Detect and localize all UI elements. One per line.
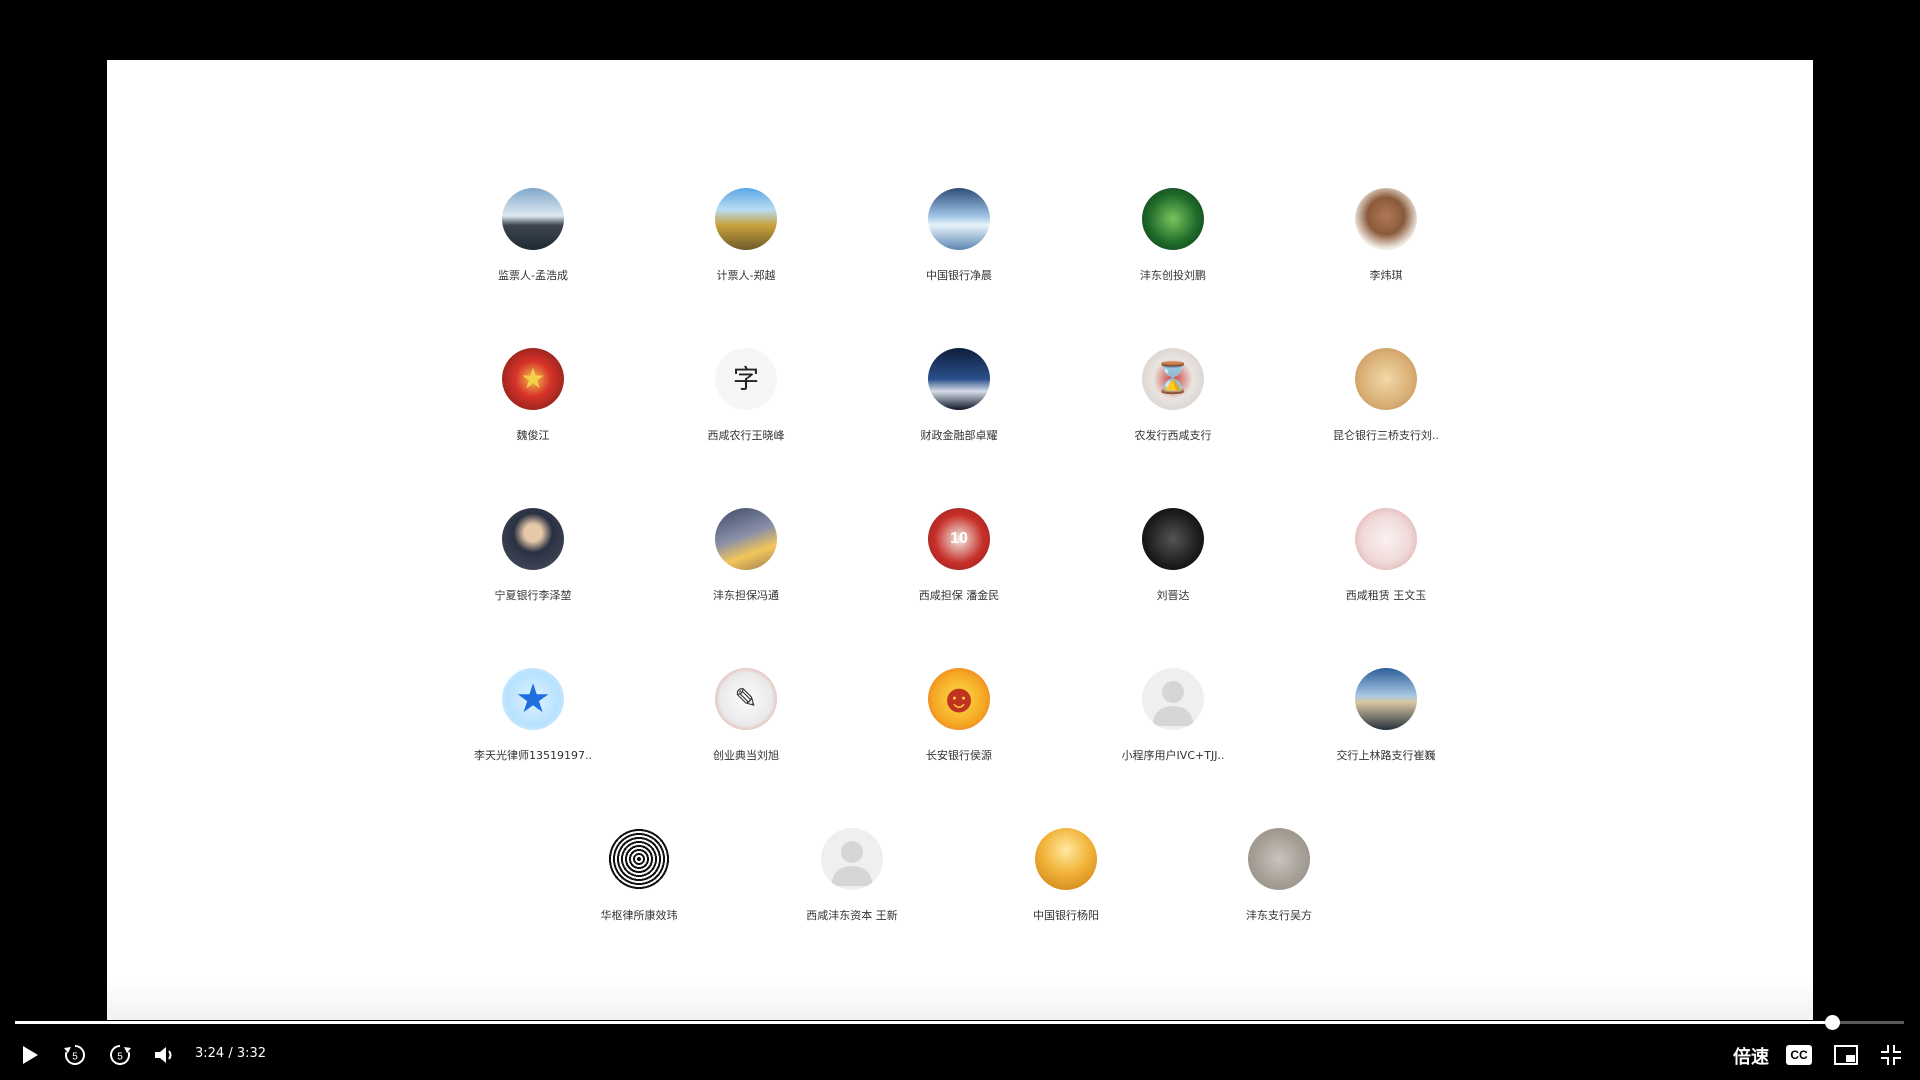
forward-5-button[interactable]: 5	[103, 1040, 137, 1070]
default-user-avatar[interactable]	[821, 828, 883, 890]
cartoon-face-avatar[interactable]: ☻	[928, 668, 990, 730]
calligraphy-avatar[interactable]: 字	[715, 348, 777, 410]
volume-button[interactable]	[150, 1040, 182, 1070]
member-item[interactable]: ✎ 创业典当刘旭	[666, 668, 826, 763]
member-item[interactable]: 昆仑银行三桥支行刘..	[1306, 348, 1466, 443]
member-name: 中国银行净晨	[926, 269, 992, 282]
rewind-5-button[interactable]: 5	[58, 1040, 92, 1070]
star-avatar[interactable]: ★	[502, 668, 564, 730]
exit-fullscreen-button[interactable]	[1876, 1040, 1906, 1070]
member-item[interactable]: ☻ 长安银行侯源	[879, 668, 1039, 763]
member-item[interactable]: 沣东创投刘鹏	[1093, 188, 1253, 283]
fingerprint-avatar[interactable]	[608, 828, 670, 890]
member-item[interactable]: ★ 魏俊江	[453, 348, 613, 443]
picture-in-picture-button[interactable]	[1830, 1040, 1862, 1070]
exit-fullscreen-icon	[1881, 1045, 1901, 1065]
member-item[interactable]: 监票人-孟浩成	[453, 188, 613, 283]
member-name: 李炜琪	[1369, 269, 1403, 282]
member-name: 长安银行侯源	[926, 749, 992, 762]
member-name: 昆仑银行三桥支行刘..	[1333, 429, 1439, 442]
captions-button[interactable]: CC	[1785, 1040, 1813, 1070]
tiger-avatar[interactable]	[1355, 348, 1417, 410]
member-item[interactable]: ⌛ 农发行西咸支行	[1093, 348, 1253, 443]
sky-avatar[interactable]	[715, 508, 777, 570]
progress-handle[interactable]	[1825, 1015, 1841, 1030]
member-item[interactable]: 交行上林路支行崔巍	[1306, 668, 1466, 763]
default-user-avatar[interactable]	[1142, 668, 1204, 730]
member-name: 农发行西咸支行	[1134, 429, 1212, 442]
figurine-avatar[interactable]	[1355, 188, 1417, 250]
member-name: 李天光律师13519197..	[474, 749, 592, 762]
member-item[interactable]: ★ 李天光律师13519197..	[453, 668, 613, 763]
member-item[interactable]: 财政金融部卓耀	[879, 348, 1039, 443]
member-name: 财政金融部卓耀	[920, 429, 998, 442]
member-name: 宁夏银行李泽堃	[494, 589, 572, 602]
jersey-avatar[interactable]: 10	[928, 508, 990, 570]
slide-bottom-shadow	[107, 980, 1813, 1020]
pip-icon	[1834, 1045, 1858, 1065]
member-name: 刘晋达	[1156, 589, 1190, 602]
poodle-avatar[interactable]	[1355, 508, 1417, 570]
rewind-icon: 5	[64, 1045, 85, 1065]
forward-icon: 5	[110, 1045, 131, 1065]
member-name: 小程序用户IVC+TJJ..	[1121, 749, 1225, 762]
member-name: 西咸农行王晓峰	[707, 429, 785, 442]
member-item[interactable]: 沣东支行吴方	[1199, 828, 1359, 923]
sketch-avatar[interactable]: ✎	[715, 668, 777, 730]
presentation-slide: 监票人-孟浩成 计票人-郑越 中国银行净晨 沣东创投刘鹏 李炜琪 ★ 魏俊江 字西咸农行王晓峰…	[107, 60, 1813, 1020]
silhouette-sunset-avatar[interactable]	[1035, 828, 1097, 890]
member-name: 魏俊江	[516, 429, 550, 442]
playback-speed-button[interactable]: 倍速	[1733, 1043, 1769, 1069]
emblem-avatar[interactable]: ★	[502, 348, 564, 410]
play-button[interactable]	[15, 1040, 45, 1070]
member-item[interactable]: 计票人-郑越	[666, 188, 826, 283]
member-item[interactable]: 宁夏银行李泽堃	[453, 508, 613, 603]
member-item[interactable]: 中国银行净晨	[879, 188, 1039, 283]
person-suit-avatar[interactable]	[502, 508, 564, 570]
mountain-night-avatar[interactable]	[928, 348, 990, 410]
member-name: 华枢律所康效玮	[600, 909, 678, 922]
forest-avatar[interactable]	[1142, 188, 1204, 250]
member-item[interactable]: 华枢律所康效玮	[559, 828, 719, 923]
ice-avatar[interactable]	[928, 188, 990, 250]
sunset-lake-avatar[interactable]	[502, 188, 564, 250]
cc-icon: CC	[1786, 1045, 1812, 1065]
rewind-seconds: 5	[72, 1052, 78, 1063]
play-icon	[23, 1046, 38, 1064]
volume-icon	[155, 1047, 172, 1063]
member-item[interactable]: 10 西咸担保 潘金民	[879, 508, 1039, 603]
member-item[interactable]: 西咸租赁 王文玉	[1306, 508, 1466, 603]
member-item[interactable]: 西咸沣东资本 王新	[772, 828, 932, 923]
stone-avatar[interactable]	[1248, 828, 1310, 890]
member-item[interactable]: 字西咸农行王晓峰	[666, 348, 826, 443]
road-avatar[interactable]	[715, 188, 777, 250]
member-item[interactable]: 刘晋达	[1093, 508, 1253, 603]
hourglass-avatar[interactable]: ⌛	[1142, 348, 1204, 410]
member-item[interactable]: 李炜琪	[1306, 188, 1466, 283]
time-display: 3:24 / 3:32	[195, 1046, 267, 1061]
member-name: 沣东担保冯通	[713, 589, 779, 602]
member-name: 沣东支行吴方	[1246, 909, 1312, 922]
member-name: 创业典当刘旭	[713, 749, 779, 762]
forward-seconds: 5	[117, 1052, 123, 1063]
member-name: 交行上林路支行崔巍	[1336, 749, 1436, 762]
seaside-avatar[interactable]	[1355, 668, 1417, 730]
member-name: 沣东创投刘鹏	[1140, 269, 1206, 282]
member-name: 计票人-郑越	[716, 269, 776, 282]
helmet-avatar[interactable]	[1142, 508, 1204, 570]
member-name: 中国银行杨阳	[1033, 909, 1099, 922]
progress-bar[interactable]	[15, 1015, 1904, 1030]
progress-fill	[15, 1021, 1833, 1024]
member-name: 西咸担保 潘金民	[918, 589, 1000, 602]
member-name: 西咸沣东资本 王新	[806, 909, 898, 922]
member-name: 监票人-孟浩成	[498, 269, 568, 282]
member-item[interactable]: 小程序用户IVC+TJJ..	[1093, 668, 1253, 763]
member-item[interactable]: 沣东担保冯通	[666, 508, 826, 603]
member-name: 西咸租赁 王文玉	[1345, 589, 1427, 602]
member-item[interactable]: 中国银行杨阳	[986, 828, 1146, 923]
